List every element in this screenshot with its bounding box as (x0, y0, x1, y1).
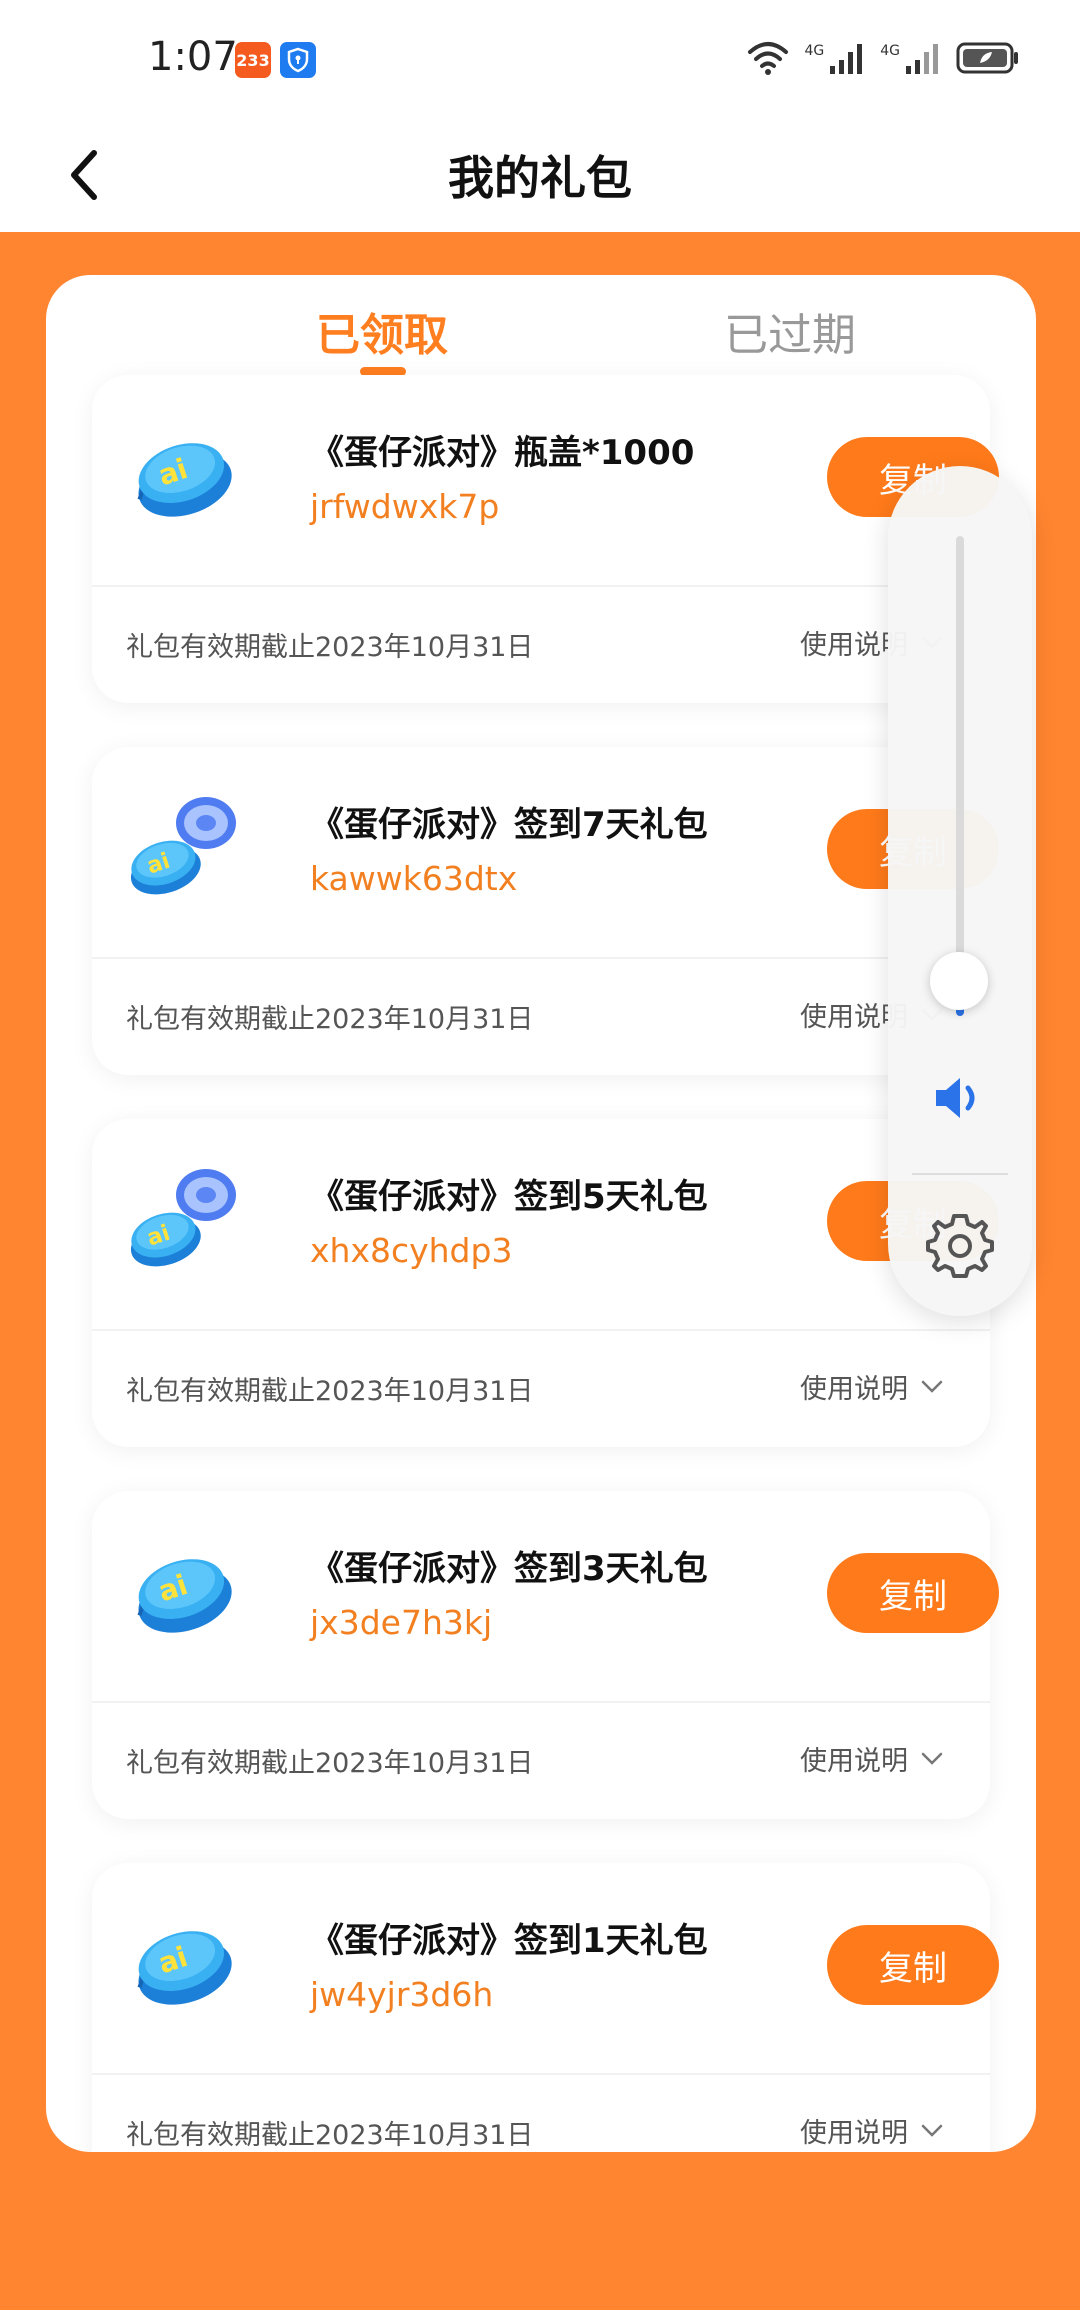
app-notification-badge: 233 (235, 42, 271, 78)
page-title: 我的礼包 (448, 151, 632, 205)
battery-icon (956, 42, 1018, 74)
signal-icon (830, 44, 863, 74)
gift-card: ai 《蛋仔派对》签到1天礼包 jw4yjr3d6h 复制 礼包有效期截止202… (92, 1863, 999, 2152)
tab-expired[interactable]: 已过期 (724, 299, 856, 363)
gift-code: jw4yjr3d6h (310, 1975, 494, 2014)
gift-code: kawwk63dtx (310, 859, 518, 898)
gift-code: jrfwdwxk7p (310, 487, 500, 526)
divider (92, 585, 990, 587)
gift-title: 《蛋仔派对》签到7天礼包 (310, 805, 708, 845)
volume-overlay (888, 466, 1032, 1316)
chevron-down-icon (921, 1752, 943, 1765)
volume-slider-track[interactable] (956, 536, 964, 1016)
network-type-label: 4G (804, 43, 825, 59)
usage-label: 使用说明 (800, 2118, 908, 2149)
gift-validity: 礼包有效期截止2023年10月31日 (126, 1376, 534, 1407)
gear-icon[interactable] (926, 1212, 994, 1280)
nav-bar: 我的礼包 (0, 120, 1080, 232)
gift-code: jx3de7h3kj (310, 1603, 493, 1642)
tab-received[interactable]: 已领取 (316, 299, 448, 363)
gift-validity: 礼包有效期截止2023年10月31日 (126, 1748, 534, 1779)
network-type-label: 4G (880, 43, 900, 59)
speaker-icon[interactable] (932, 1074, 988, 1122)
signal-icon (906, 44, 938, 74)
divider (912, 1173, 1008, 1175)
bottle-cap-icon: ai (122, 415, 242, 535)
gift-validity: 礼包有效期截止2023年10月31日 (126, 1004, 534, 1035)
gift-validity: 礼包有效期截止2023年10月31日 (126, 632, 534, 663)
divider (92, 2073, 990, 2075)
status-bar: 1:07 233 4G 4G (0, 0, 1080, 120)
copy-button[interactable]: 复制 (827, 1925, 999, 2005)
gift-title: 《蛋仔派对》签到3天礼包 (310, 1549, 708, 1589)
divider (92, 957, 990, 959)
divider (92, 1329, 990, 1331)
status-time: 1:07 (148, 34, 238, 80)
usage-instructions-toggle[interactable]: 使用说明 (800, 1367, 944, 1406)
divider (92, 1701, 990, 1703)
gift-title: 《蛋仔派对》瓶盖*1000 (310, 433, 695, 473)
chevron-down-icon (921, 1380, 943, 1393)
shield-icon (280, 42, 316, 78)
chevron-down-icon (921, 2124, 943, 2137)
gift-title: 《蛋仔派对》签到5天礼包 (310, 1177, 708, 1217)
bottle-cap-capsule-icon: ai (122, 1159, 242, 1279)
usage-label: 使用说明 (800, 1374, 908, 1405)
tab-bar: 已领取 已过期 (46, 275, 1036, 383)
wifi-icon (748, 42, 789, 75)
bottle-cap-icon: ai (122, 1903, 242, 2023)
gift-card: ai 《蛋仔派对》签到5天礼包 xhx8cyhdp3 复制 礼包有效期截止202… (92, 1119, 999, 1447)
gift-title: 《蛋仔派对》签到1天礼包 (310, 1921, 708, 1961)
gift-card: ai 《蛋仔派对》瓶盖*1000 jrfwdwxk7p 复制 礼包有效期截止20… (92, 375, 999, 703)
usage-instructions-toggle[interactable]: 使用说明 (800, 2111, 944, 2150)
bottle-cap-icon: ai (122, 1531, 242, 1651)
status-icons: 4G 4G (746, 40, 1020, 76)
gift-code: xhx8cyhdp3 (310, 1231, 513, 1270)
usage-label: 使用说明 (800, 1746, 908, 1777)
bottle-cap-capsule-icon: ai (122, 787, 242, 907)
gift-card: ai 《蛋仔派对》签到7天礼包 kawwk63dtx 复制 礼包有效期截止202… (92, 747, 999, 1075)
usage-instructions-toggle[interactable]: 使用说明 (800, 1739, 944, 1778)
volume-slider-thumb[interactable] (930, 952, 988, 1010)
copy-button[interactable]: 复制 (827, 1553, 999, 1633)
gift-validity: 礼包有效期截止2023年10月31日 (126, 2120, 534, 2151)
gift-card: ai 《蛋仔派对》签到3天礼包 jx3de7h3kj 复制 礼包有效期截止202… (92, 1491, 999, 1819)
